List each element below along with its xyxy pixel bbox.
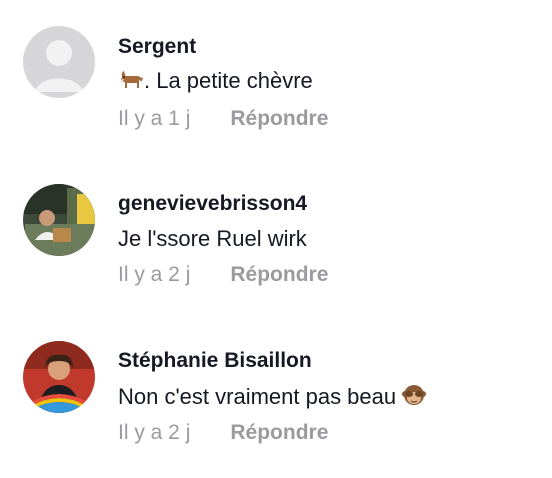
comment-username[interactable]: Sergent — [118, 35, 196, 59]
user-photo-avatar[interactable] — [23, 184, 95, 256]
comment-meta: Il y a 2 j Répondre — [118, 263, 328, 287]
reply-button[interactable]: Répondre — [230, 421, 328, 445]
comment-text: . La petite chèvre — [118, 68, 313, 97]
reply-button[interactable]: Répondre — [230, 107, 328, 131]
comment-username[interactable]: genevievebrisson4 — [118, 192, 307, 216]
comment-text-body: . La petite chèvre — [144, 68, 313, 93]
comment-meta: Il y a 2 j Répondre — [118, 421, 328, 445]
comment-username[interactable]: Stéphanie Bisaillon — [118, 349, 312, 373]
comment-text-body: Je l'ssore Ruel wirk — [118, 226, 307, 251]
default-avatar-icon[interactable] — [23, 26, 95, 98]
comment-meta: Il y a 1 j Répondre — [118, 107, 328, 131]
comment-text-body: Non c'est vraiment pas beau — [118, 384, 403, 409]
user-photo-avatar[interactable] — [23, 341, 95, 413]
comment-timestamp: Il y a 1 j — [118, 107, 191, 130]
reply-button[interactable]: Répondre — [230, 263, 328, 287]
comment-text: Je l'ssore Ruel wirk — [118, 226, 307, 252]
comment-text: Non c'est vraiment pas beau — [118, 383, 427, 413]
goat-emoji — [118, 69, 144, 97]
see-no-evil-monkey-emoji — [402, 383, 427, 413]
comment-timestamp: Il y a 2 j — [118, 263, 191, 286]
comment-timestamp: Il y a 2 j — [118, 421, 191, 444]
